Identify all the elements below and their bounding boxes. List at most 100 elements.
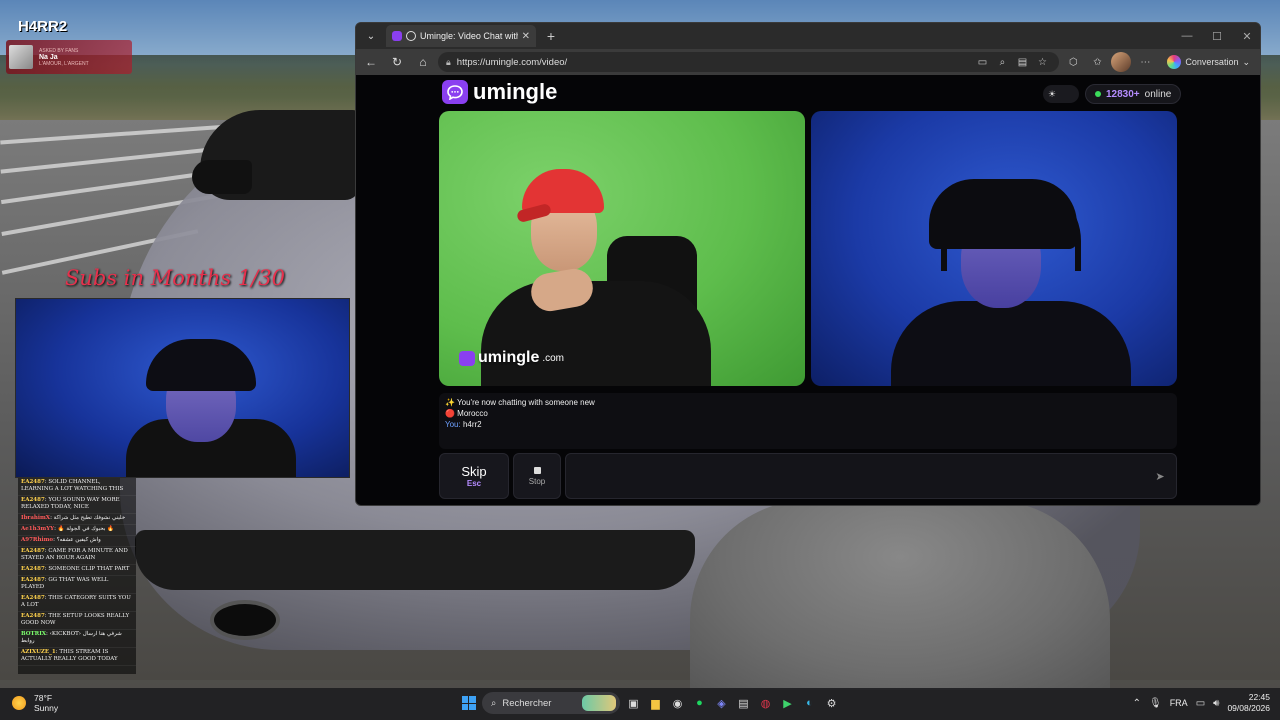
streamer-webcam-overlay (15, 298, 350, 478)
skip-button[interactable]: Skip Esc (439, 453, 509, 499)
file-explorer-icon[interactable]: ▆ (647, 692, 664, 714)
self-video (811, 111, 1177, 386)
self-shirt (891, 301, 1131, 386)
camera-permission-icon[interactable]: ▭ (973, 52, 991, 72)
chat-message: EA2487: GG THAT WAS WELL PLAYED (18, 576, 136, 594)
address-bar-row: ← ↻ ⌂ 🔒︎ https://umingle.com/video/ ▭ ⌕ … (356, 49, 1260, 75)
channel-logo: H4RR2 (18, 18, 68, 35)
online-label: online (1144, 88, 1172, 100)
tab-umingle[interactable]: Umingle: Video Chat with Str... ✕ (386, 25, 536, 47)
chat-message: BOTRIX: ‹KICKBOT› شرفي هنا ارسال روابط (18, 630, 136, 648)
online-counter: 12830+ online (1085, 84, 1182, 104)
extensions-icon[interactable]: ⬡ (1063, 52, 1083, 72)
chat-username: A97Rhimo (21, 537, 54, 543)
reader-mode-icon[interactable]: ▤ (1013, 52, 1031, 72)
page-viewport: umingle ☀ 12830+ online umingle .com ✨ Y… (356, 75, 1260, 505)
red-app-icon[interactable]: ◍ (757, 692, 774, 714)
chat-text: واش كيفين عشقه؟ (56, 537, 101, 543)
search-highlight-image (582, 695, 616, 711)
minimize-button[interactable]: — (1172, 23, 1202, 49)
chat-text: SOMEONE CLIP THAT PART (48, 566, 130, 572)
task-view-icon[interactable]: ▣ (625, 692, 642, 714)
umingle-logo[interactable]: umingle (442, 79, 557, 105)
obs-icon[interactable]: ◉ (669, 692, 686, 714)
terminal-icon[interactable]: ▤ (735, 692, 752, 714)
chat-username: EA2487 (21, 548, 45, 554)
online-count: 12830+ (1106, 88, 1140, 100)
now-playing-artist: L'AMOUR, L'ARGENT (39, 60, 89, 67)
subs-goal-text: Subs in Months 1/30 (65, 266, 285, 290)
chat-you-text: h4rr2 (460, 420, 482, 429)
tab-actions-button[interactable]: ⌄ (360, 25, 382, 47)
chat-message: Ae1h3mYY: 🔥 بحبوك في الجولة 🔥 (18, 525, 136, 536)
weather-widget[interactable]: 78°F Sunny (12, 693, 58, 713)
edge-icon[interactable]: ◐ (801, 692, 818, 714)
chat-bubble-icon (442, 80, 468, 104)
system-tray: ⌃ 🎙︎ FRA ▭ 🔊︎ 22:45 09/08/2026 (1133, 692, 1270, 714)
back-button[interactable]: ← (360, 51, 382, 73)
tab-title: Umingle: Video Chat with Str... (420, 31, 518, 41)
chat-own-message: You: h4rr2 (445, 419, 1171, 430)
more-menu-icon[interactable]: ⋯ (1135, 52, 1155, 72)
background-car-mirror (192, 160, 252, 194)
stop-button[interactable]: Stop (513, 453, 561, 499)
favorites-icon[interactable]: ✩ (1087, 52, 1107, 72)
chat-username: AZIXUZE_1 (21, 649, 56, 655)
black-cap (929, 179, 1077, 249)
zoom-icon[interactable]: ⌕ (993, 52, 1011, 72)
refresh-button[interactable]: ↻ (386, 51, 408, 73)
copilot-button[interactable]: Conversation ⌄ (1159, 55, 1258, 69)
album-art (9, 45, 33, 69)
chat-message: EA2487: THIS CATEGORY SUITS YOU A LOT (18, 594, 136, 612)
play-app-icon[interactable]: ▶ (779, 692, 796, 714)
theme-toggle[interactable]: ☀ (1043, 85, 1079, 103)
close-window-button[interactable]: ✕ (1232, 23, 1260, 49)
stop-label: Stop (528, 476, 546, 486)
chat-message: IbrahimX: خليني نشوفك تطيح مثل شراكة (18, 514, 136, 525)
network-icon[interactable]: ▭ (1196, 698, 1205, 709)
skip-label: Skip (461, 464, 487, 479)
sun-icon (12, 696, 26, 710)
clock-date: 09/08/2026 (1227, 703, 1270, 713)
spotify-icon[interactable]: ● (691, 692, 708, 714)
send-icon[interactable]: ➤ (1151, 467, 1169, 485)
maximize-button[interactable]: ☐ (1202, 23, 1232, 49)
chat-username: BOTRIX (21, 631, 47, 637)
chat-message: A97Rhimo: واش كيفين عشقه؟ (18, 536, 136, 547)
chat-username: EA2487 (21, 566, 45, 572)
chat-username: EA2487 (21, 595, 45, 601)
skip-shortcut-hint: Esc (466, 479, 482, 488)
chat-message: AZIXUZE_1: THIS STREAM IS ACTUALLY REALL… (18, 648, 136, 666)
cam-cap (146, 339, 256, 391)
volume-icon[interactable]: 🔊︎ (1213, 698, 1219, 709)
watermark-chat-icon (459, 350, 475, 366)
stream-chat-panel: EA2487: SOLID CHANNEL, LEARNING A LOT WA… (18, 478, 136, 674)
chat-location-message: 🔴 Morocco (445, 409, 488, 418)
start-button[interactable] (460, 692, 477, 714)
copilot-icon (1167, 55, 1182, 69)
sun-icon: ☀ (1048, 88, 1057, 99)
language-indicator[interactable]: FRA (1170, 698, 1188, 708)
chat-message: EA2487: THE SETUP LOOKS REALLY GOOD NOW (18, 612, 136, 630)
discord-icon[interactable]: ◈ (713, 692, 730, 714)
home-button[interactable]: ⌂ (412, 51, 434, 73)
chat-text: خليني نشوفك تطيح مثل شراكة (53, 515, 126, 521)
chat-message: EA2487: SOMEONE CLIP THAT PART (18, 565, 136, 576)
tab-bar: ⌄ Umingle: Video Chat with Str... ✕ + — … (356, 23, 1260, 49)
microphone-icon[interactable]: 🎙︎ (1149, 698, 1162, 709)
chat-you-label: You: (445, 420, 461, 429)
weather-desc: Sunny (34, 703, 59, 713)
new-tab-button[interactable]: + (540, 25, 562, 47)
settings-gear-icon[interactable]: ⚙ (823, 692, 840, 714)
umingle-watermark: umingle .com (459, 349, 564, 367)
message-input[interactable] (565, 453, 1177, 499)
chat-message: EA2487: CAME FOR A MINUTE AND STAYED AN … (18, 547, 136, 565)
chevron-up-icon[interactable]: ⌃ (1133, 698, 1141, 709)
taskbar-search[interactable]: ⌕ Rechercher (482, 692, 620, 714)
favorite-star-icon[interactable]: ☆ (1033, 52, 1051, 72)
url-field[interactable]: 🔒︎ https://umingle.com/video/ ▭ ⌕ ▤ ☆ (438, 52, 1060, 72)
profile-avatar[interactable] (1111, 52, 1132, 72)
clock[interactable]: 22:45 09/08/2026 (1227, 692, 1270, 714)
stranger-video: umingle .com (439, 111, 805, 386)
tab-close-icon[interactable]: ✕ (522, 31, 530, 42)
